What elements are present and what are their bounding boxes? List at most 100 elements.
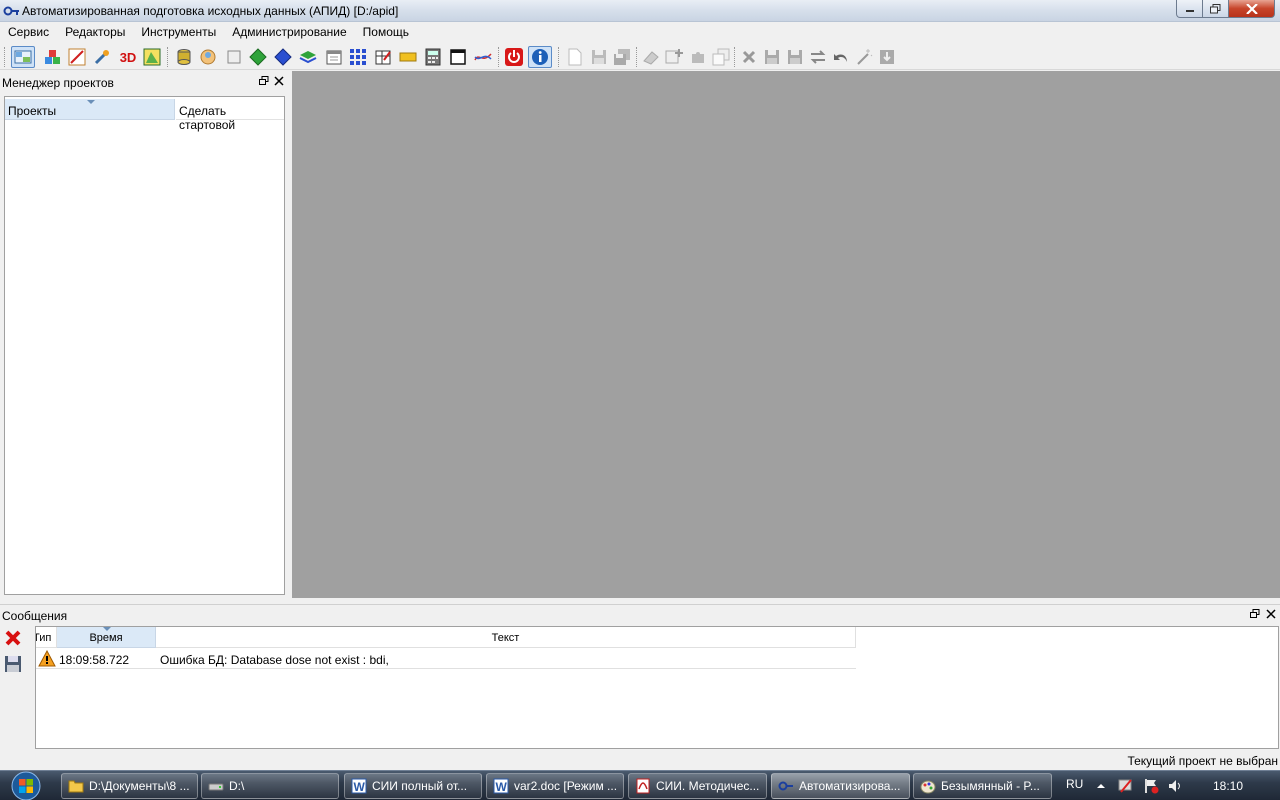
disk-arrow-icon	[880, 50, 894, 64]
close-panel-button[interactable]	[1265, 609, 1277, 621]
green-layer-tool-button[interactable]	[248, 47, 268, 67]
minimize-button[interactable]	[1176, 0, 1203, 18]
wrench-icon	[94, 50, 109, 65]
label-tool-button[interactable]	[398, 47, 418, 67]
magic-wand-button[interactable]	[854, 47, 874, 67]
time-column-header[interactable]: Время	[57, 627, 156, 648]
network-tray-icon[interactable]	[1118, 778, 1134, 794]
save-messages-button[interactable]	[4, 655, 22, 673]
add-object-button[interactable]	[664, 47, 684, 67]
clear-messages-button[interactable]	[4, 629, 22, 647]
close-window-button[interactable]	[1229, 0, 1275, 18]
message-text: Ошибка БД: Database dose not exist : bdi…	[160, 653, 389, 667]
taskbar-item-methodics[interactable]: СИИ. Методичес...	[628, 773, 767, 799]
info-tool-button[interactable]	[528, 46, 552, 68]
colored-blocks-icon	[45, 50, 60, 64]
language-indicator[interactable]: RU	[1066, 777, 1083, 791]
taskbar-item-var2[interactable]: W var2.doc [Режим ...	[486, 773, 624, 799]
calendar-tool-button[interactable]	[324, 47, 344, 67]
taskbar-item-drive[interactable]: D:\	[201, 773, 339, 799]
settings-tool-button[interactable]	[92, 47, 112, 67]
window-tool-button[interactable]	[448, 47, 468, 67]
taskbar-item-documents[interactable]: D:\Документы\8 ...	[61, 773, 198, 799]
projects-column-label: Проекты	[8, 104, 57, 118]
red-x-icon	[5, 630, 21, 646]
close-icon	[1266, 609, 1276, 619]
save-button[interactable]	[589, 47, 609, 67]
disk-icon	[765, 50, 779, 64]
float-panel-button[interactable]	[258, 76, 270, 88]
map-tool-button[interactable]	[142, 47, 162, 67]
taskbar-item-sii-full[interactable]: W СИИ полный от...	[344, 773, 482, 799]
taskbar-item-paint[interactable]: Безымянный - P...	[913, 773, 1052, 799]
messages-table[interactable]: Тип Время Текст 18:09:58.722 Ошибка БД: …	[35, 626, 1279, 749]
blue-layer-tool-button[interactable]	[273, 47, 293, 67]
delete-button[interactable]	[739, 47, 759, 67]
database-icon	[177, 49, 191, 65]
objects-tool-button[interactable]	[42, 47, 62, 67]
make-startup-column-header[interactable]: Сделать стартовой	[176, 99, 284, 132]
grid-icon	[350, 49, 366, 65]
close-panel-button[interactable]	[273, 76, 285, 88]
menu-service[interactable]: Сервис	[0, 22, 57, 42]
menu-administration[interactable]: Администрирование	[224, 22, 354, 42]
graph-tool-button[interactable]	[473, 47, 493, 67]
svg-text:W: W	[496, 780, 508, 794]
title-bar: Автоматизированная подготовка исходных д…	[0, 0, 1280, 22]
taskbar-item-label: Автоматизирова...	[799, 779, 901, 793]
clock[interactable]: 18:10	[1213, 779, 1243, 793]
save-all-button[interactable]	[612, 47, 632, 67]
database-tool-button[interactable]	[174, 47, 194, 67]
calculator-tool-button[interactable]	[423, 47, 443, 67]
grid-tool-button[interactable]	[348, 47, 368, 67]
pencil-icon	[68, 48, 86, 66]
text-column-header[interactable]: Текст	[156, 627, 856, 648]
messages-title: Сообщения	[2, 609, 68, 623]
type-column-header[interactable]: Тип	[36, 627, 57, 648]
export-button[interactable]	[877, 47, 897, 67]
new-page-icon	[568, 48, 582, 66]
edit-object-button[interactable]	[641, 47, 661, 67]
apid-key-icon	[778, 781, 793, 791]
table-edit-tool-button[interactable]	[373, 47, 393, 67]
menu-tools[interactable]: Инструменты	[133, 22, 224, 42]
component-button[interactable]	[688, 47, 708, 67]
blue-diamond-icon	[274, 48, 292, 66]
layers-tool-button[interactable]	[298, 47, 318, 67]
start-button[interactable]	[6, 771, 48, 800]
menu-help[interactable]: Помощь	[355, 22, 417, 42]
graph-icon	[474, 53, 492, 61]
copy-object-button[interactable]	[711, 47, 731, 67]
menu-editors[interactable]: Редакторы	[57, 22, 133, 42]
network-warning-icon	[1118, 779, 1132, 793]
info-icon	[532, 49, 548, 65]
time-column-label: Время	[89, 632, 123, 644]
sort-arrow-icon	[103, 627, 111, 631]
show-hidden-icons-button[interactable]	[1095, 780, 1111, 796]
action-center-tray-icon[interactable]	[1143, 778, 1159, 794]
volume-tray-icon[interactable]	[1167, 778, 1183, 794]
project-list[interactable]: Проекты Сделать стартовой	[4, 96, 285, 595]
taskbar-item-apid[interactable]: Автоматизирова...	[771, 773, 910, 799]
save-record-button[interactable]	[762, 47, 782, 67]
projects-column-header[interactable]: Проекты	[5, 99, 175, 120]
refresh-button[interactable]	[808, 47, 828, 67]
new-document-button[interactable]	[565, 47, 585, 67]
taskbar-item-label: D:\	[229, 779, 245, 793]
3d-tool-button[interactable]: 3D	[117, 47, 139, 67]
taskbar-item-label: D:\Документы\8 ...	[89, 779, 190, 793]
frame-tool-button[interactable]	[224, 47, 244, 67]
eraser-icon	[643, 51, 659, 65]
power-tool-button[interactable]	[504, 47, 524, 67]
save-as-button[interactable]	[785, 47, 805, 67]
sort-arrow-icon	[87, 100, 95, 104]
restore-button[interactable]	[1203, 0, 1229, 18]
window-title: Автоматизированная подготовка исходных д…	[22, 4, 399, 18]
message-row[interactable]: 18:09:58.722 Ошибка БД: Database dose no…	[36, 649, 856, 669]
text-column-label: Текст	[491, 632, 520, 644]
draw-tool-button[interactable]	[67, 47, 87, 67]
project-manager-tool-button[interactable]	[11, 46, 35, 68]
float-panel-button[interactable]	[1249, 609, 1261, 621]
undo-button[interactable]	[831, 47, 851, 67]
users-tool-button[interactable]	[198, 47, 218, 67]
